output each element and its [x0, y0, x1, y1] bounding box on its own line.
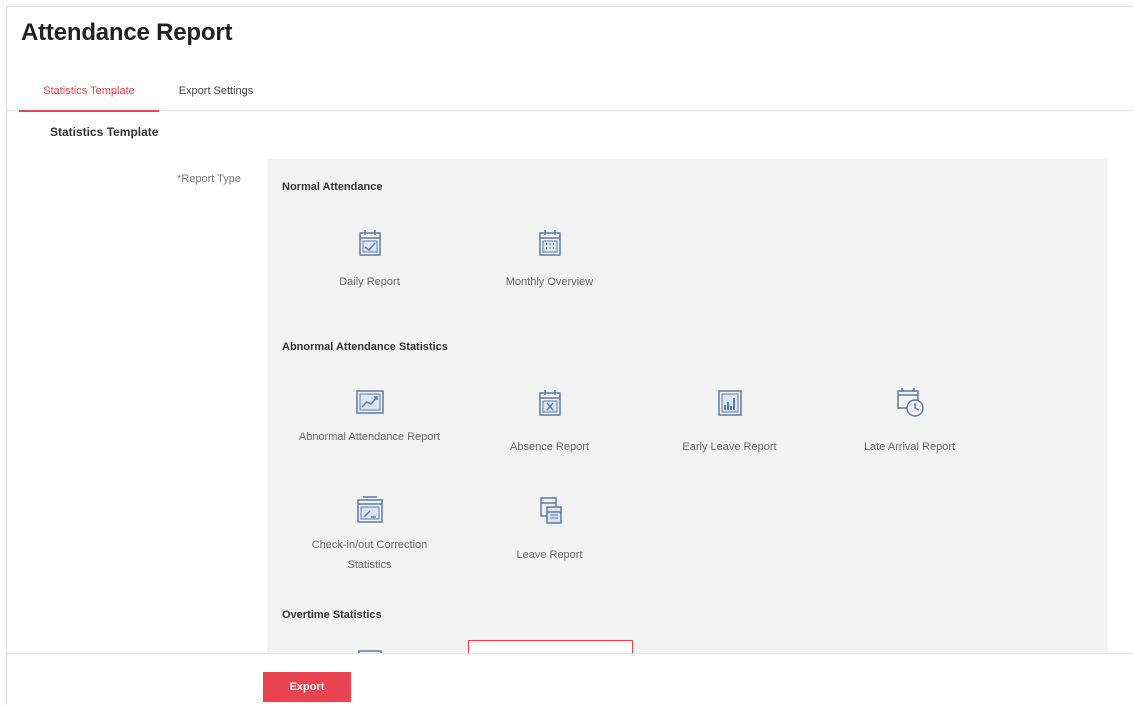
card-leave-report[interactable]: Leave Report — [467, 485, 632, 585]
card-label: Early Leave Report — [682, 441, 777, 453]
tab-export-settings[interactable]: Export Settings — [167, 71, 265, 111]
trend-chart-icon — [353, 385, 387, 419]
card-label: Absence Report — [510, 441, 589, 453]
calendar-grid-icon — [533, 227, 567, 261]
page-title: Attendance Report — [21, 19, 233, 46]
group-title-overtime: Overtime Statistics — [282, 609, 382, 621]
report-type-label: *Report Type — [177, 173, 242, 185]
tab-bar: Statistics Template Export Settings — [7, 71, 1133, 112]
card-late-arrival-report[interactable]: Late Arrival Report — [827, 377, 992, 477]
group-title-normal: Normal Attendance — [282, 181, 383, 193]
card-label: Leave Report — [516, 549, 583, 561]
card-monthly-overview[interactable]: Monthly Overview — [467, 219, 632, 319]
card-absence-report[interactable]: Absence Report — [467, 377, 632, 477]
bar-chart-icon — [713, 385, 747, 419]
window-edit-icon — [353, 493, 387, 527]
card-check-correction-statistics[interactable]: Check-in/out Correction Statistics — [287, 485, 452, 585]
report-type-panel: Normal Attendance Daily Report Monthly O… — [267, 159, 1107, 659]
card-label: Monthly Overview — [505, 276, 594, 288]
tab-statistics-template[interactable]: Statistics Template — [19, 71, 159, 112]
calendar-check-icon — [353, 227, 387, 261]
footer-bar: Export — [7, 653, 1133, 705]
section-title: Statistics Template — [50, 125, 159, 139]
card-label: Late Arrival Report — [863, 441, 956, 453]
leave-calendar-icon — [533, 493, 567, 527]
calendar-clock-icon — [893, 385, 927, 419]
card-label: Daily Report — [339, 276, 400, 288]
card-early-leave-report[interactable]: Early Leave Report — [647, 377, 812, 477]
card-daily-report[interactable]: Daily Report — [287, 219, 452, 319]
card-label: Abnormal Attendance Report — [298, 431, 441, 443]
group-title-abnormal: Abnormal Attendance Statistics — [282, 341, 448, 353]
card-label: Check-in/out Correction Statistics — [311, 539, 428, 571]
export-button[interactable]: Export — [263, 672, 351, 702]
card-abnormal-attendance-report[interactable]: Abnormal Attendance Report — [287, 377, 452, 477]
report-window: Attendance Report Statistics Template Ex… — [6, 6, 1133, 705]
calendar-x-icon — [533, 385, 567, 419]
